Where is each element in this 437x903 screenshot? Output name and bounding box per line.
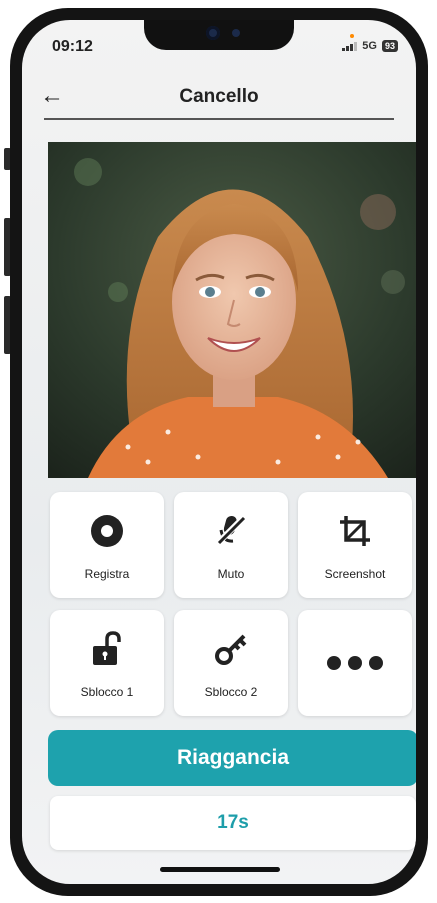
record-button[interactable]: Registra [50, 492, 164, 598]
unlock-2-button[interactable]: Sblocco 2 [174, 610, 288, 716]
controls-grid: Registra Muto Screenshot Sblocco 1 Sbloc… [50, 492, 412, 716]
call-timer: 17s [50, 796, 416, 850]
mic-off-icon [214, 509, 248, 553]
unlock-icon [91, 627, 123, 671]
header-divider [44, 118, 394, 120]
unlock-2-label: Sblocco 2 [204, 685, 258, 699]
screen: 09:12 5G 93 ← Cancello Registra Muto Scr… [22, 20, 416, 884]
mute-label: Muto [217, 567, 245, 581]
notch [144, 20, 294, 50]
unlock-1-button[interactable]: Sblocco 1 [50, 610, 164, 716]
privacy-indicator-icon [350, 34, 354, 38]
record-label: Registra [84, 567, 130, 581]
status-icons: 5G 93 [342, 40, 398, 52]
page-title: Cancello [179, 86, 259, 107]
network-label: 5G [362, 40, 377, 52]
camera-icon [206, 26, 220, 40]
signal-icon [342, 41, 358, 51]
hangup-button[interactable]: Riaggancia [48, 730, 416, 786]
header: ← Cancello [22, 76, 416, 122]
screenshot-label: Screenshot [324, 567, 386, 581]
battery-icon: 93 [381, 40, 398, 52]
home-indicator[interactable] [160, 867, 280, 872]
record-icon [90, 509, 124, 553]
more-button[interactable] [298, 610, 412, 716]
unlock-1-label: Sblocco 1 [80, 685, 134, 699]
status-time: 09:12 [52, 38, 93, 55]
mute-button[interactable]: Muto [174, 492, 288, 598]
phone-frame: 09:12 5G 93 ← Cancello Registra Muto Scr… [10, 8, 428, 896]
video-frame-image [48, 142, 416, 478]
more-icon [325, 641, 385, 685]
video-feed [48, 142, 416, 478]
screenshot-button[interactable]: Screenshot [298, 492, 412, 598]
key-icon [214, 627, 248, 671]
sensor-icon [232, 29, 240, 37]
crop-icon [338, 509, 372, 553]
